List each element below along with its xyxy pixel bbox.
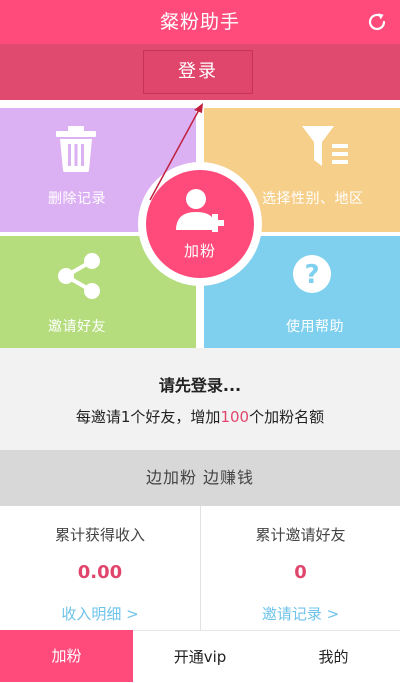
bottom-nav: 加粉 开通vip 我的: [0, 630, 400, 682]
trash-icon: [56, 126, 96, 176]
income-details-link[interactable]: 收入明细 >: [0, 603, 200, 624]
login-strip: 登录: [0, 44, 400, 100]
stat-income: 累计获得收入 0.00 收入明细 >: [0, 506, 200, 630]
notice-highlight-count: 100: [220, 408, 250, 426]
svg-text:?: ?: [304, 260, 319, 290]
tile-help-label: 使用帮助: [286, 319, 344, 335]
add-fans-button[interactable]: 加粉: [146, 170, 254, 278]
notice-invite-reward: 每邀请1个好友，增加100个加粉名额: [0, 406, 400, 427]
add-user-icon: [176, 188, 226, 236]
nav-mine[interactable]: 我的: [267, 631, 400, 683]
filter-icon: [302, 126, 350, 174]
login-notice: 请先登录... 每邀请1个好友，增加100个加粉名额: [0, 348, 400, 450]
stat-income-value: 0.00: [77, 562, 123, 583]
refresh-icon[interactable]: [362, 7, 392, 37]
nav-add-fans[interactable]: 加粉: [0, 630, 133, 682]
tile-share-label: 邀请好友: [48, 319, 106, 335]
invite-records-link[interactable]: 邀请记录 >: [201, 603, 400, 624]
login-button[interactable]: 登录: [143, 50, 253, 94]
question-icon: ?: [292, 254, 332, 298]
add-fans-label: 加粉: [183, 242, 216, 260]
share-icon: [56, 252, 102, 304]
app-header: 粲粉助手: [0, 0, 400, 44]
notice-login-prompt: 请先登录...: [158, 376, 242, 395]
nav-open-vip[interactable]: 开通vip: [133, 631, 267, 683]
notice-suffix: 个加粉名额: [249, 408, 325, 426]
notice-prefix: 每邀请1个好友，增加: [75, 408, 221, 426]
tile-filter-label: 选择性别、地区: [262, 191, 364, 207]
stat-invites-title: 累计邀请好友: [255, 526, 346, 544]
stat-income-title: 累计获得收入: [54, 526, 145, 544]
app-title: 粲粉助手: [159, 11, 240, 33]
stat-invites-value: 0: [294, 562, 307, 583]
stats-panel: 累计获得收入 0.00 收入明细 > 累计邀请好友 0 邀请记录 >: [0, 506, 400, 630]
stat-invites: 累计邀请好友 0 邀请记录 >: [200, 506, 400, 630]
tile-delete-label: 删除记录: [48, 191, 106, 207]
slogan-banner: 边加粉 边赚钱: [0, 450, 400, 506]
